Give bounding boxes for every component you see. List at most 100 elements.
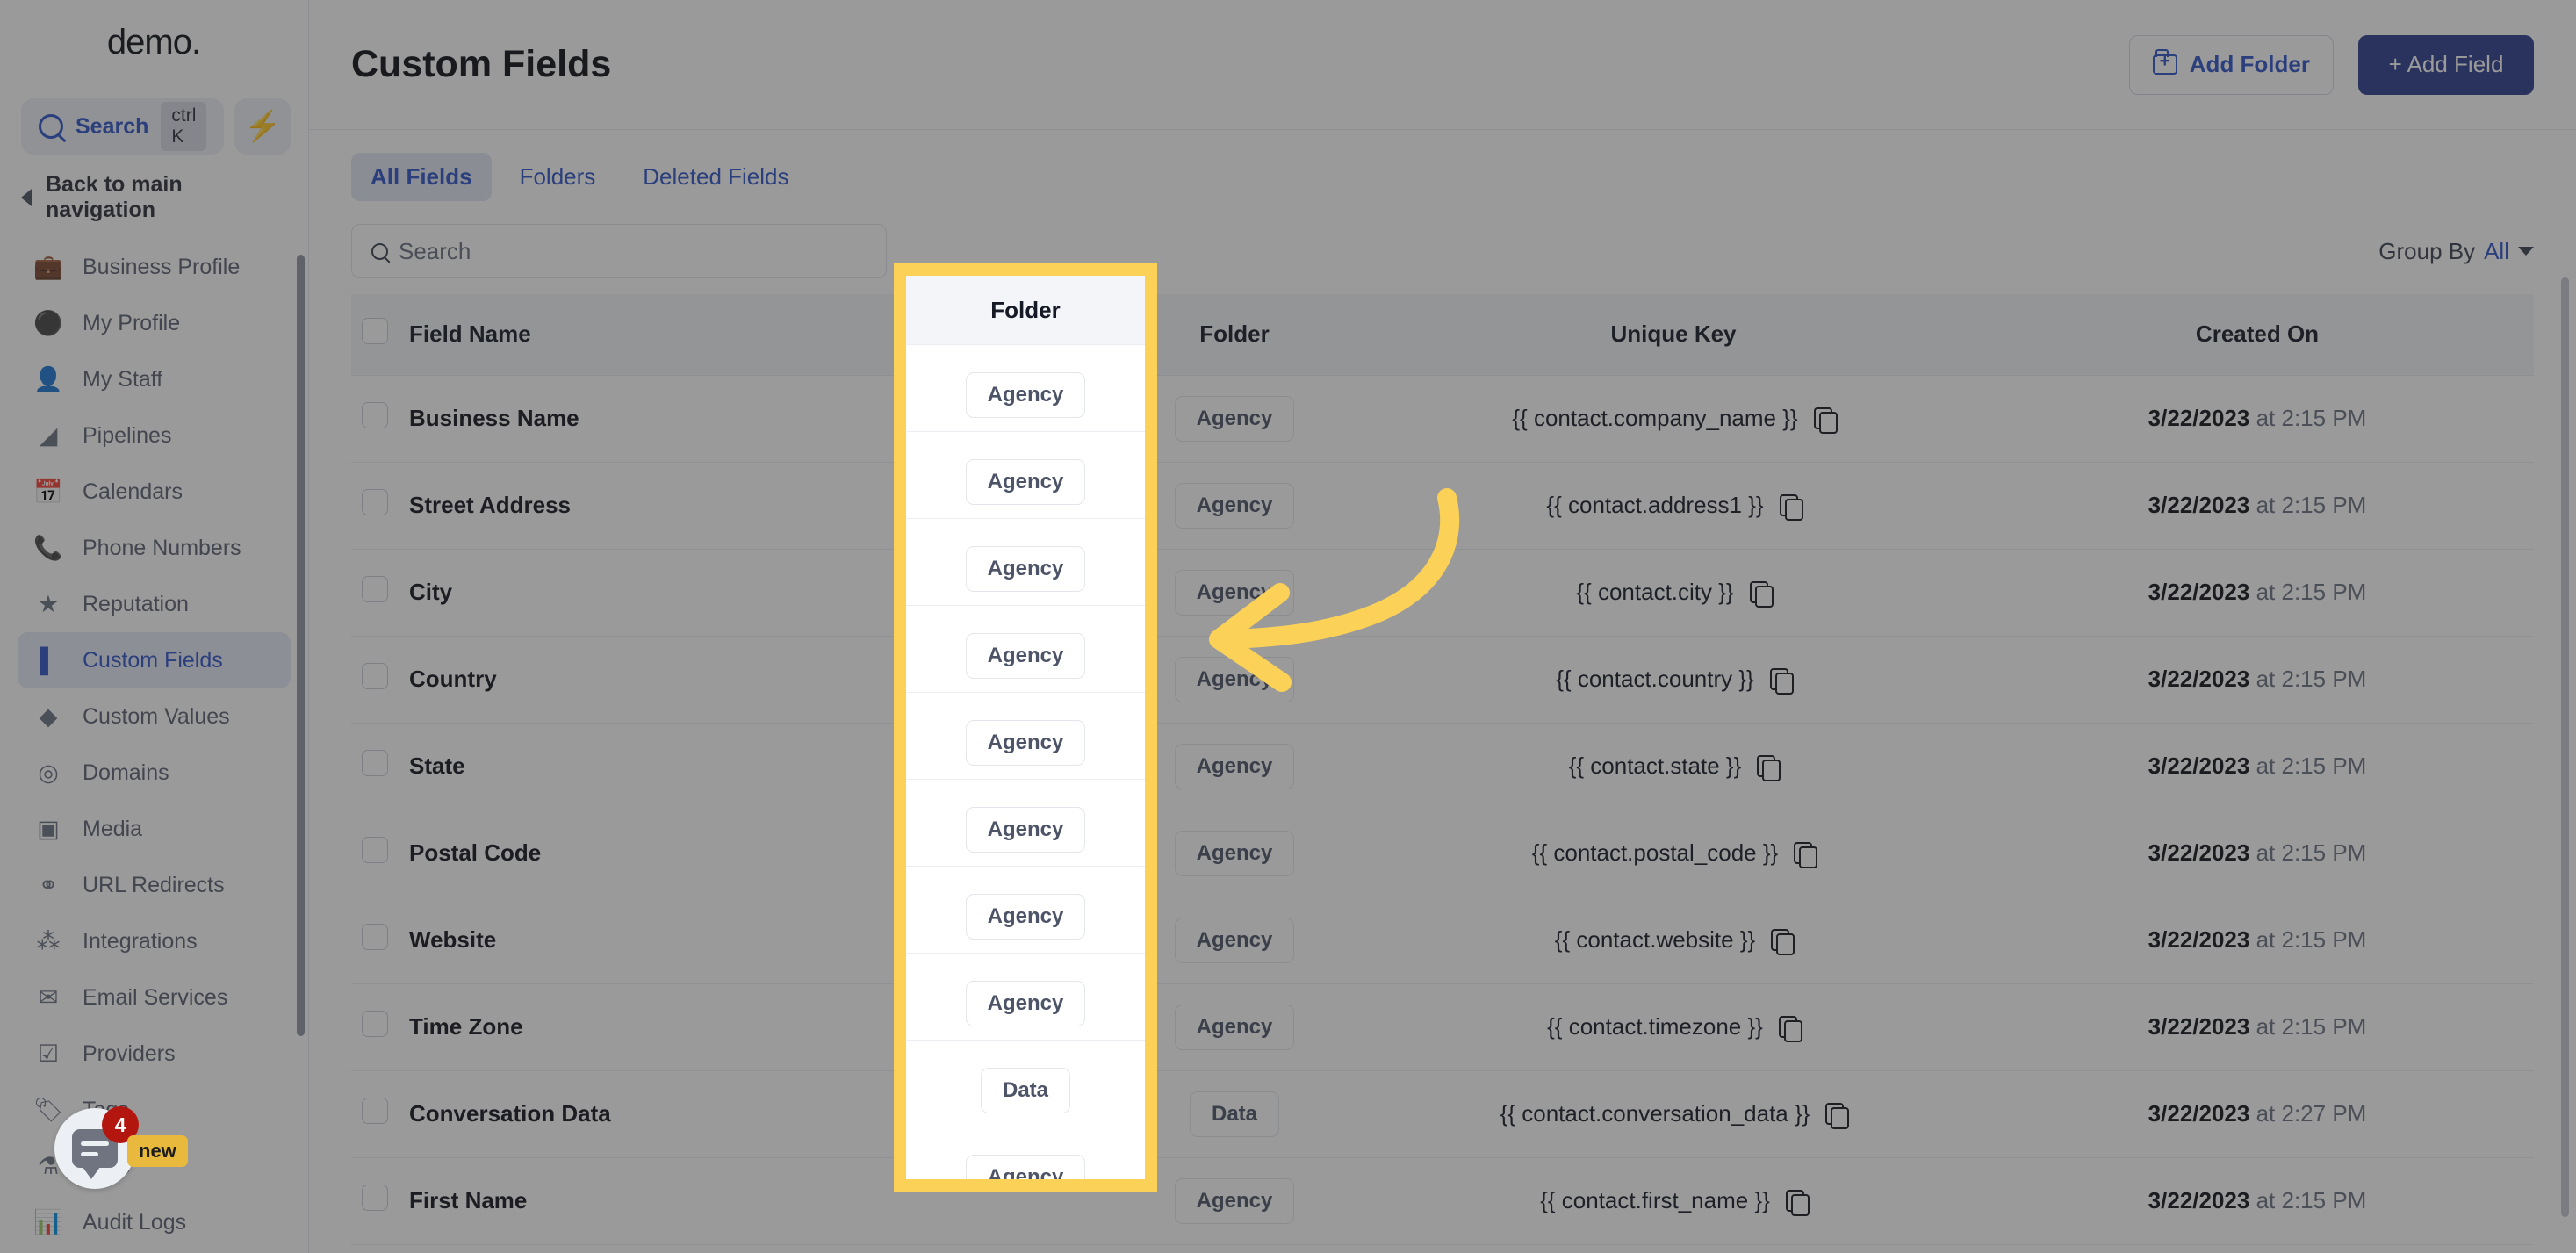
cell-created-on: 3/22/2023 at 2:27 PM bbox=[1981, 1070, 2534, 1158]
sidebar-item-audit-logs[interactable]: 📊 Audit Logs bbox=[18, 1194, 291, 1250]
chat-widget-button[interactable]: 4 bbox=[54, 1106, 139, 1189]
column-header-unique-key[interactable]: Unique Key bbox=[1366, 294, 1981, 376]
copy-icon[interactable] bbox=[1813, 407, 1838, 434]
cell-folder: Agency bbox=[1103, 983, 1366, 1071]
add-folder-button[interactable]: Add Folder bbox=[2128, 34, 2334, 95]
row-checkbox[interactable] bbox=[362, 576, 388, 602]
back-link-label: Back to main navigation bbox=[46, 172, 183, 222]
back-to-main-navigation[interactable]: Back to main navigation bbox=[0, 163, 308, 232]
column-header-created-on[interactable]: Created On bbox=[1981, 294, 2534, 376]
sidebar-item-reputation[interactable]: ★ Reputation bbox=[18, 576, 291, 632]
table-row[interactable]: Website Agency {{ contact.website }} 3/2… bbox=[351, 897, 2534, 984]
briefcase-icon: 💼 bbox=[33, 253, 63, 280]
sidebar-scrollbar[interactable] bbox=[297, 255, 305, 1036]
folder-plus-icon bbox=[2152, 48, 2177, 75]
table-row[interactable]: City Agency {{ contact.city }} 3/22/2023… bbox=[351, 549, 2534, 637]
row-checkbox[interactable] bbox=[362, 663, 388, 689]
sidebar-item-label: Integrations bbox=[83, 928, 198, 954]
global-search-button[interactable]: Search ctrl K bbox=[21, 98, 225, 155]
tab-all-fields[interactable]: All Fields bbox=[351, 153, 492, 201]
table-row[interactable]: Country Agency {{ contact.country }} 3/2… bbox=[351, 636, 2534, 724]
tab-deleted-fields[interactable]: Deleted Fields bbox=[623, 153, 808, 201]
copy-icon[interactable] bbox=[1785, 1189, 1810, 1216]
table-row[interactable]: Postal Code Agency {{ contact.postal_cod… bbox=[351, 810, 2534, 897]
sidebar-item-label: Pipelines bbox=[83, 422, 172, 448]
app-root: demo. Search ctrl K ⚡ Back to main navig… bbox=[0, 0, 2576, 1253]
table-row[interactable]: State Agency {{ contact.state }} 3/22/20… bbox=[351, 723, 2534, 810]
envelope-icon: ✉ bbox=[38, 983, 59, 1011]
custom-fields-icon: ▌ bbox=[40, 646, 57, 673]
sidebar-item-label: My Staff bbox=[83, 366, 163, 392]
row-checkbox[interactable] bbox=[362, 1185, 388, 1211]
cell-created-on: 3/22/2023 at 2:15 PM bbox=[1981, 549, 2534, 637]
column-header-field-name[interactable]: Field Name bbox=[409, 294, 1103, 376]
row-checkbox[interactable] bbox=[362, 489, 388, 515]
row-checkbox[interactable] bbox=[362, 924, 388, 950]
link-icon: ⚭ bbox=[38, 871, 59, 898]
copy-icon[interactable] bbox=[1771, 928, 1795, 955]
search-input[interactable]: Search bbox=[351, 224, 887, 278]
sidebar-item-email-services[interactable]: ✉ Email Services bbox=[18, 969, 291, 1026]
copy-icon[interactable] bbox=[1794, 841, 1818, 868]
cell-folder: Agency bbox=[1103, 1157, 1366, 1245]
sidebar-item-label: Phone Numbers bbox=[83, 535, 241, 560]
created-time: at 2:15 PM bbox=[2256, 753, 2367, 779]
cell-folder: Agency bbox=[1103, 897, 1366, 984]
group-by-control[interactable]: Group By All bbox=[2378, 238, 2534, 265]
star-icon: ★ bbox=[37, 590, 60, 617]
copy-icon[interactable] bbox=[1769, 667, 1794, 695]
cell-folder: Agency bbox=[1103, 636, 1366, 724]
cell-folder: Agency bbox=[1103, 375, 1366, 463]
created-date: 3/22/2023 bbox=[2148, 926, 2250, 953]
search-placeholder: Search bbox=[399, 237, 471, 264]
column-header-folder[interactable]: Folder bbox=[1103, 294, 1366, 376]
row-select-cell bbox=[351, 983, 409, 1071]
funnel-icon: ◢ bbox=[39, 421, 58, 449]
table-row[interactable]: Business Name Agency {{ contact.company_… bbox=[351, 375, 2534, 463]
sidebar-item-my-profile[interactable]: ⚫ My Profile bbox=[18, 295, 291, 351]
copy-icon[interactable] bbox=[1779, 493, 1803, 521]
sidebar-item-url-redirects[interactable]: ⚭ URL Redirects bbox=[18, 857, 291, 913]
select-all-checkbox[interactable] bbox=[362, 318, 388, 345]
unique-key-text: {{ contact.state }} bbox=[1568, 753, 1742, 779]
sidebar-item-domains[interactable]: ◎ Domains bbox=[18, 745, 291, 801]
table-row[interactable]: Conversation Data Data {{ contact.conver… bbox=[351, 1070, 2534, 1158]
add-folder-label: Add Folder bbox=[2189, 51, 2310, 77]
row-checkbox[interactable] bbox=[362, 1011, 388, 1037]
table-row[interactable]: First Name Agency {{ contact.first_name … bbox=[351, 1157, 2534, 1245]
sidebar-item-business-profile[interactable]: 💼 Business Profile bbox=[18, 239, 291, 295]
sidebar-item-media[interactable]: ▣ Media bbox=[18, 801, 291, 857]
row-checkbox[interactable] bbox=[362, 837, 388, 863]
row-checkbox[interactable] bbox=[362, 402, 388, 428]
cell-field-name: First Name bbox=[409, 1157, 1103, 1245]
copy-icon[interactable] bbox=[1778, 1015, 1802, 1042]
sidebar-item-custom-fields[interactable]: ▌ Custom Fields bbox=[18, 632, 291, 688]
row-checkbox[interactable] bbox=[362, 750, 388, 776]
tab-folders[interactable]: Folders bbox=[500, 153, 615, 201]
cell-created-on: 3/22/2023 at 2:15 PM bbox=[1981, 983, 2534, 1071]
row-select-cell bbox=[351, 636, 409, 724]
quick-action-button[interactable]: ⚡ bbox=[234, 98, 291, 155]
cell-created-on: 3/22/2023 at 2:15 PM bbox=[1981, 723, 2534, 810]
folder-badge: Agency bbox=[1174, 1004, 1295, 1050]
row-select-cell bbox=[351, 1157, 409, 1245]
cell-folder: Agency bbox=[1103, 462, 1366, 550]
add-field-button[interactable]: + Add Field bbox=[2358, 34, 2534, 95]
row-checkbox[interactable] bbox=[362, 1098, 388, 1124]
table-row[interactable]: Street Address Agency {{ contact.address… bbox=[351, 462, 2534, 550]
sidebar-item-integrations[interactable]: ⁂ Integrations bbox=[18, 913, 291, 969]
created-time: at 2:15 PM bbox=[2256, 1013, 2367, 1040]
sidebar-item-providers[interactable]: ☑ Providers bbox=[18, 1026, 291, 1082]
shield-icon: ◆ bbox=[39, 702, 58, 730]
sidebar-item-custom-values[interactable]: ◆ Custom Values bbox=[18, 688, 291, 745]
brand-name: demo bbox=[106, 22, 192, 61]
table-row[interactable]: Time Zone Agency {{ contact.timezone }} … bbox=[351, 983, 2534, 1071]
main-scrollbar[interactable] bbox=[2561, 277, 2569, 1217]
sidebar-item-pipelines[interactable]: ◢ Pipelines bbox=[18, 407, 291, 464]
copy-icon[interactable] bbox=[1749, 580, 1774, 608]
sidebar-item-phone-numbers[interactable]: 📞 Phone Numbers bbox=[18, 520, 291, 576]
sidebar-item-calendars[interactable]: 📅 Calendars bbox=[18, 464, 291, 520]
copy-icon[interactable] bbox=[1757, 754, 1781, 781]
sidebar-item-my-staff[interactable]: 👤 My Staff bbox=[18, 351, 291, 407]
copy-icon[interactable] bbox=[1825, 1102, 1850, 1129]
